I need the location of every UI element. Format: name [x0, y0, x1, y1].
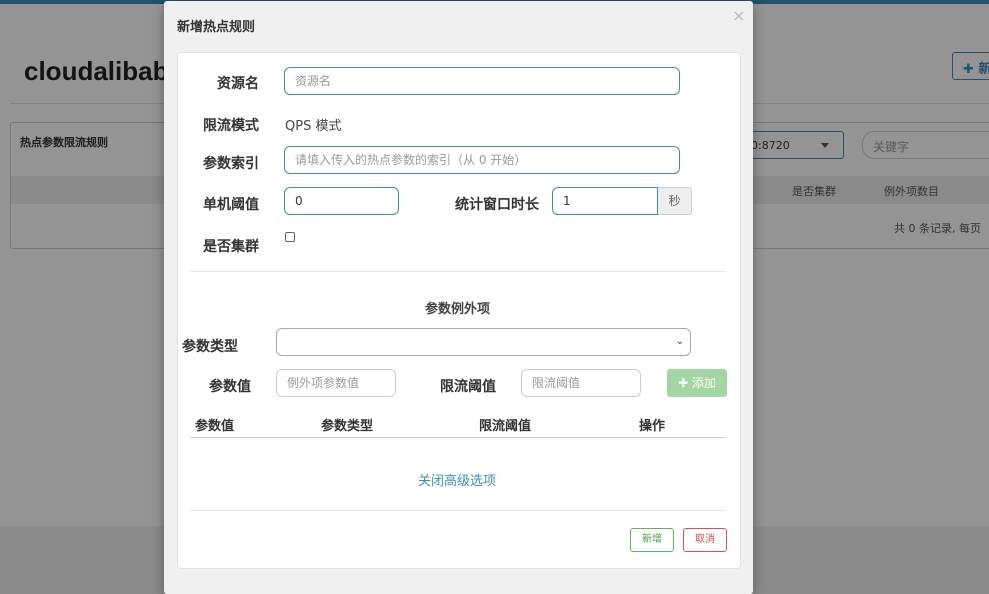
- limit-input[interactable]: [521, 369, 641, 397]
- th-limit: 限流阈值: [479, 419, 532, 434]
- add-hotspot-rule-modal: 新增热点规则 × 资源名 限流模式 QPS 模式 参数索引 单机阈值 统计窗口时…: [164, 1, 753, 594]
- mode-value: QPS 模式: [285, 119, 342, 134]
- window-unit: 秒: [658, 187, 692, 215]
- param-type-select[interactable]: ⌄: [276, 328, 691, 356]
- th-action: 操作: [639, 419, 666, 434]
- modal-body: 资源名 限流模式 QPS 模式 参数索引 单机阈值 统计窗口时长 秒 是否集群 …: [177, 52, 741, 569]
- threshold-label: 单机阈值: [203, 197, 259, 213]
- chevron-down-icon: ⌄: [675, 336, 684, 347]
- threshold-input[interactable]: [284, 187, 399, 215]
- cluster-checkbox[interactable]: [285, 232, 295, 242]
- footer-divider: [190, 510, 726, 511]
- param-index-input[interactable]: [284, 146, 680, 174]
- exception-section-title: 参数例外项: [425, 302, 491, 317]
- submit-button[interactable]: 新增: [630, 528, 674, 552]
- add-exception-button[interactable]: ✚ 添加: [667, 369, 727, 397]
- mode-label: 限流模式: [203, 118, 259, 134]
- th-param-value: 参数值: [195, 419, 235, 434]
- divider: [190, 271, 726, 272]
- cluster-label: 是否集群: [203, 239, 259, 255]
- limit-label: 限流阈值: [440, 379, 496, 395]
- param-index-label: 参数索引: [203, 156, 259, 172]
- window-input[interactable]: [552, 187, 658, 215]
- cancel-button[interactable]: 取消: [683, 528, 727, 552]
- close-icon[interactable]: ×: [732, 6, 745, 25]
- param-value-label: 参数值: [209, 379, 251, 395]
- th-param-type: 参数类型: [321, 419, 374, 434]
- modal-title: 新增热点规则: [177, 20, 256, 35]
- toggle-advanced-link[interactable]: 关闭高级选项: [418, 470, 496, 489]
- resource-label: 资源名: [217, 76, 259, 92]
- param-value-input[interactable]: [276, 369, 396, 397]
- resource-input[interactable]: [284, 67, 680, 95]
- param-type-label: 参数类型: [182, 339, 238, 355]
- table-header-divider: [190, 437, 726, 438]
- window-label: 统计窗口时长: [455, 197, 539, 213]
